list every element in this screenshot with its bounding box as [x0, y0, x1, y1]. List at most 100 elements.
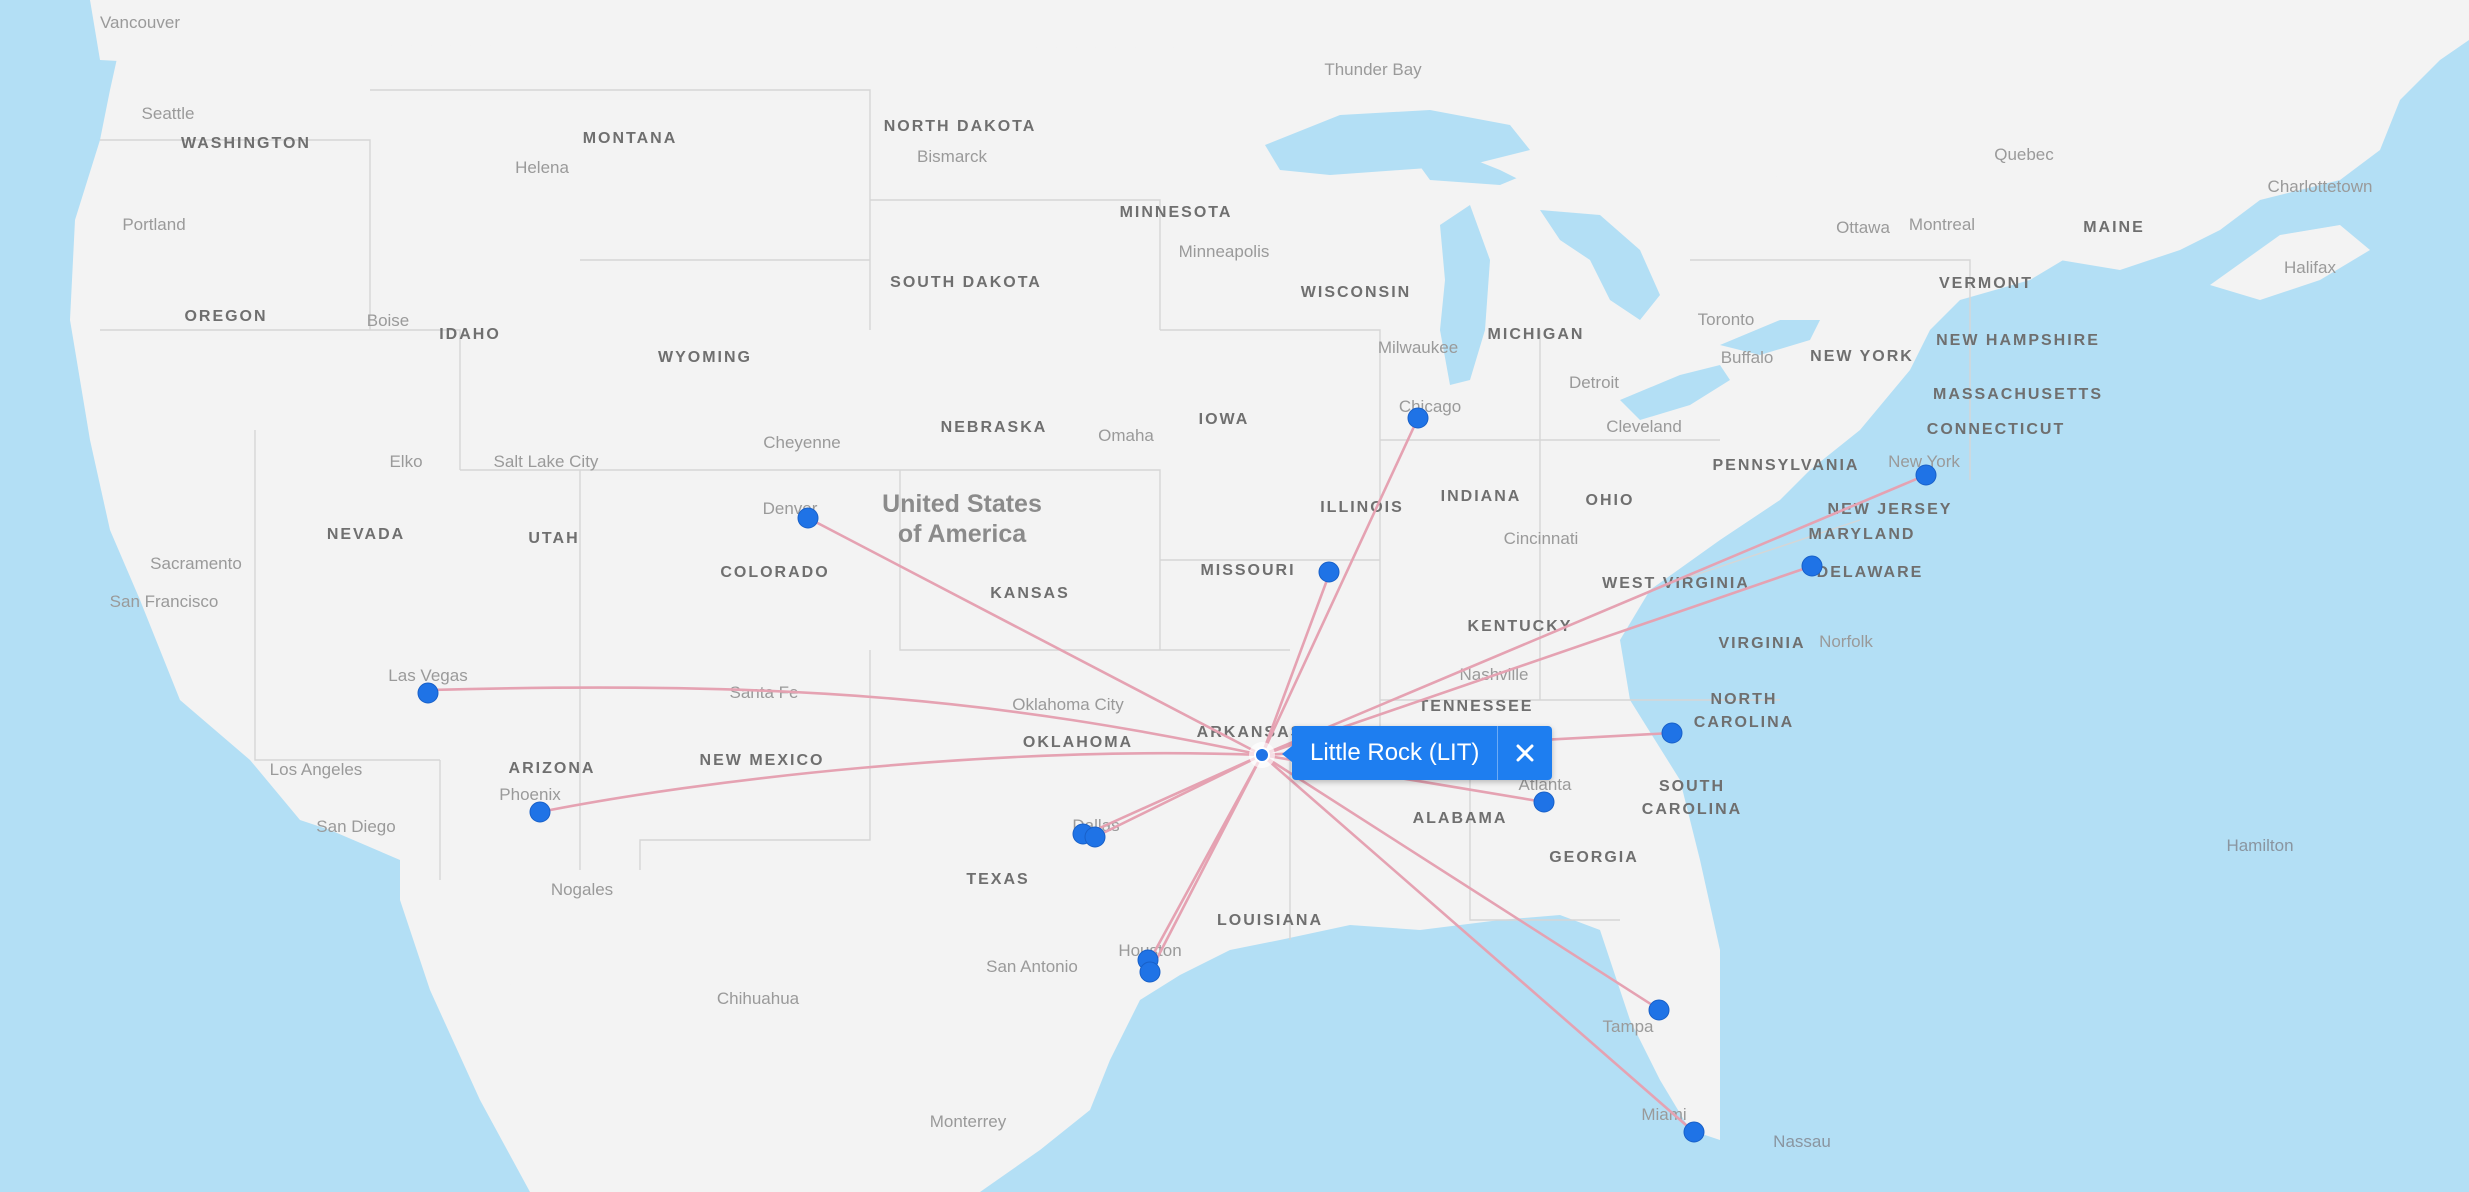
state-label: CONNECTICUT — [1927, 421, 2065, 438]
city-label: Elko — [389, 452, 422, 471]
state-label: NORTH DAKOTA — [884, 118, 1037, 135]
city-label: Thunder Bay — [1324, 60, 1422, 79]
city-label: Minneapolis — [1179, 242, 1270, 261]
airport-marker[interactable] — [1648, 999, 1670, 1021]
city-label: Nassau — [1773, 1132, 1831, 1151]
state-label: NEW HAMPSHIRE — [1936, 332, 2100, 349]
airport-marker[interactable] — [417, 682, 439, 704]
city-label: San Antonio — [986, 957, 1078, 976]
airport-marker[interactable] — [1533, 791, 1555, 813]
state-label: VERMONT — [1939, 275, 2033, 292]
hub-marker[interactable] — [1249, 742, 1275, 768]
city-label: Las Vegas — [388, 666, 467, 685]
state-label: NEW YORK — [1810, 348, 1914, 365]
state-label: MAINE — [2083, 219, 2145, 236]
state-label: WYOMING — [658, 349, 752, 366]
state-label: PENNSYLVANIA — [1713, 457, 1860, 474]
airport-marker[interactable] — [797, 507, 819, 529]
city-label: Cleveland — [1606, 417, 1682, 436]
state-label: WASHINGTON — [181, 135, 311, 152]
state-label: ILLINOIS — [1320, 499, 1404, 516]
state-label: MISSOURI — [1200, 562, 1295, 579]
airport-popup[interactable]: Little Rock (LIT) — [1281, 726, 1553, 780]
state-label: UTAH — [528, 530, 579, 547]
city-label: Seattle — [142, 104, 195, 123]
airport-marker[interactable] — [1318, 561, 1340, 583]
state-label: MONTANA — [583, 130, 678, 147]
state-label: MASSACHUSETTS — [1933, 386, 2103, 403]
city-label: San Francisco — [110, 592, 219, 611]
airport-marker[interactable] — [1084, 826, 1106, 848]
city-label: Detroit — [1569, 373, 1619, 392]
state-label: SOUTH — [1659, 778, 1725, 795]
country-label: United States — [882, 490, 1042, 518]
city-label: Hamilton — [2226, 836, 2293, 855]
city-label: Omaha — [1098, 426, 1154, 445]
state-label: LOUISIANA — [1217, 912, 1323, 929]
state-label: GEORGIA — [1549, 849, 1639, 866]
city-label: Phoenix — [499, 785, 561, 804]
state-label: KENTUCKY — [1468, 618, 1573, 635]
state-label: WEST VIRGINIA — [1602, 575, 1750, 592]
state-label: CAROLINA — [1642, 801, 1742, 818]
city-label: Nogales — [551, 880, 613, 899]
state-label: ALABAMA — [1413, 810, 1508, 827]
city-label: Cheyenne — [763, 433, 841, 452]
state-label: WISCONSIN — [1301, 284, 1411, 301]
state-label: OREGON — [184, 308, 267, 325]
city-label: Quebec — [1994, 145, 2054, 164]
airport-marker[interactable] — [1683, 1121, 1705, 1143]
city-label: Halifax — [2284, 258, 2336, 277]
state-label: NEBRASKA — [941, 419, 1048, 436]
popup-close-button[interactable] — [1497, 726, 1552, 780]
city-label: Montreal — [1909, 215, 1975, 234]
airport-marker[interactable] — [1915, 464, 1937, 486]
city-label: Vancouver — [100, 13, 180, 32]
state-label: OKLAHOMA — [1023, 734, 1133, 751]
state-label: CAROLINA — [1694, 714, 1794, 731]
state-label: MARYLAND — [1809, 526, 1916, 543]
airport-marker[interactable] — [529, 801, 551, 823]
state-label: ARKANSAS — [1197, 724, 1304, 741]
city-label: Ottawa — [1836, 218, 1890, 237]
city-label: Helena — [515, 158, 569, 177]
city-label: Salt Lake City — [494, 452, 599, 471]
city-label: Sacramento — [150, 554, 242, 573]
state-label: NEVADA — [327, 526, 405, 543]
city-label: Charlottetown — [2268, 177, 2373, 196]
city-label: Portland — [122, 215, 185, 234]
city-label: Chicago — [1399, 397, 1461, 416]
city-label: Tampa — [1602, 1017, 1654, 1036]
city-label: Oklahoma City — [1012, 695, 1124, 714]
state-label: TENNESSEE — [1419, 698, 1534, 715]
state-label: NORTH — [1711, 691, 1778, 708]
airport-marker[interactable] — [1139, 961, 1161, 983]
state-label: ARIZONA — [509, 760, 596, 777]
airport-marker[interactable] — [1407, 407, 1429, 429]
state-label: TEXAS — [966, 871, 1029, 888]
state-label: KANSAS — [990, 585, 1070, 602]
state-label: MINNESOTA — [1120, 204, 1233, 221]
city-label: Chihuahua — [717, 989, 800, 1008]
route-map[interactable]: United States of America WASHINGTON MONT… — [0, 0, 2469, 1192]
airport-marker[interactable] — [1661, 722, 1683, 744]
city-label: Boise — [367, 311, 410, 330]
state-label: SOUTH DAKOTA — [890, 274, 1042, 291]
city-label: Norfolk — [1819, 632, 1873, 651]
city-label: Los Angeles — [270, 760, 363, 779]
city-label: San Diego — [316, 817, 395, 836]
city-label: Toronto — [1698, 310, 1755, 329]
city-label: Cincinnati — [1504, 529, 1579, 548]
city-label: Buffalo — [1721, 348, 1774, 367]
state-label: INDIANA — [1441, 488, 1522, 505]
state-label: IDAHO — [439, 326, 501, 343]
state-label: NEW MEXICO — [700, 752, 825, 769]
city-label: Monterrey — [930, 1112, 1007, 1131]
close-icon[interactable] — [1514, 742, 1536, 764]
popup-label[interactable]: Little Rock (LIT) — [1292, 726, 1497, 780]
state-label: DELAWARE — [1817, 564, 1924, 581]
state-label: COLORADO — [720, 564, 829, 581]
airport-marker[interactable] — [1801, 555, 1823, 577]
city-label: Bismarck — [917, 147, 987, 166]
state-label: OHIO — [1586, 492, 1635, 509]
